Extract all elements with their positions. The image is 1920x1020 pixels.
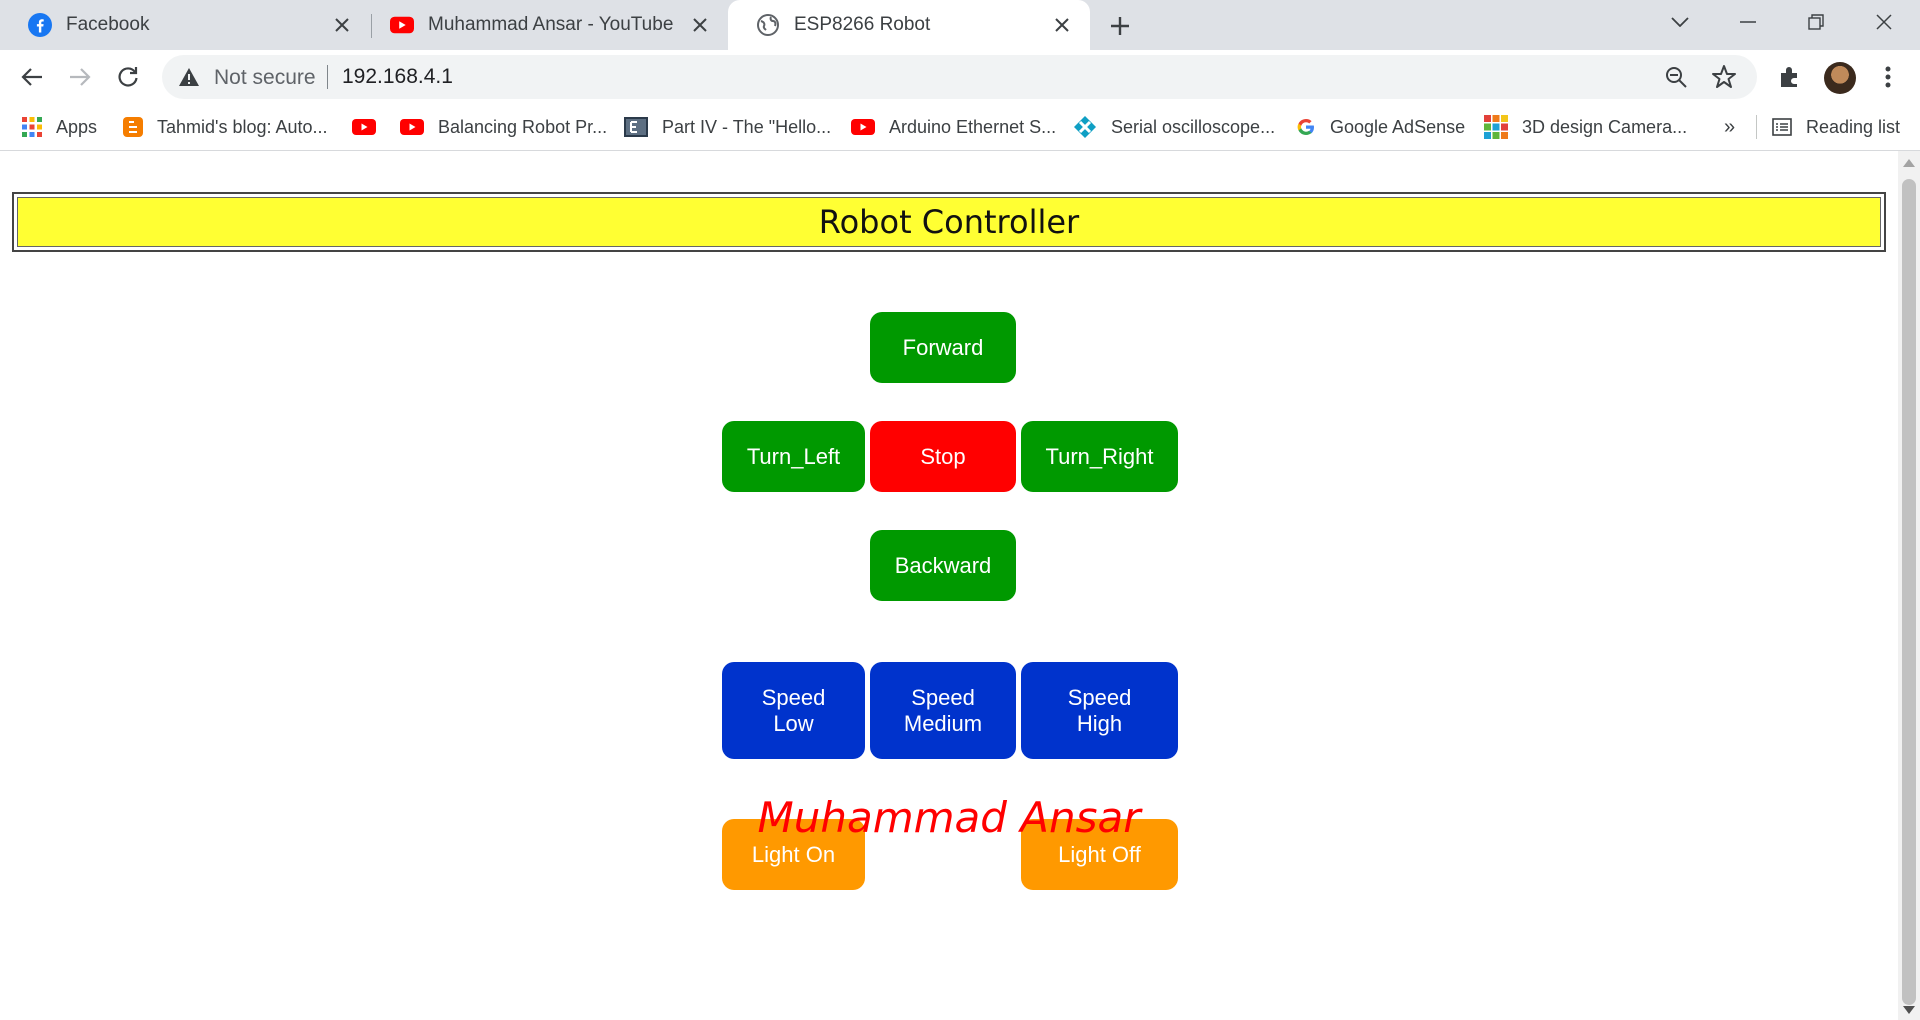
tab-search-chevron-down-icon[interactable]	[1662, 8, 1698, 36]
restore-icon[interactable]	[1798, 8, 1834, 36]
bookmark-label: Serial oscilloscope...	[1111, 116, 1276, 137]
bookmark-part-iv[interactable]: Part IV - The "Hello...	[624, 104, 831, 150]
minimize-icon[interactable]	[1730, 8, 1766, 36]
more-bookmarks-button[interactable]: »	[1724, 104, 1735, 150]
menu-kebab-icon[interactable]	[1874, 63, 1902, 91]
bookmark-google-adsense[interactable]: Google AdSense	[1296, 104, 1465, 150]
youtube-icon	[400, 117, 424, 137]
forward-button[interactable]: Forward	[870, 312, 1016, 383]
page-scrollbar[interactable]	[1898, 151, 1920, 1020]
close-icon[interactable]	[330, 13, 354, 37]
author-signature: Muhammad Ansar	[757, 793, 1141, 842]
profile-avatar[interactable]	[1824, 62, 1856, 94]
reading-list-button[interactable]: Reading list	[1772, 104, 1900, 150]
page-viewport: Robot Controller Forward Turn_Left Stop …	[0, 151, 1898, 1020]
scroll-down-arrow-icon[interactable]	[1903, 1006, 1915, 1014]
stop-button[interactable]: Stop	[870, 421, 1016, 492]
tinkercad-icon	[1484, 115, 1508, 139]
url-text[interactable]: 192.168.4.1	[342, 65, 453, 89]
new-tab-button[interactable]	[1106, 12, 1134, 40]
bookmark-label: Arduino Ethernet S...	[889, 116, 1057, 137]
omnibox-divider	[327, 65, 328, 89]
page-header: Robot Controller	[12, 192, 1886, 252]
tab-title: Facebook	[66, 14, 150, 35]
window-close-icon[interactable]	[1866, 8, 1902, 36]
warning-icon	[179, 68, 199, 86]
zoom-icon[interactable]	[1664, 65, 1688, 89]
bookmarks-bar: Apps Tahmid's blog: Auto... Balancing Ro…	[0, 104, 1920, 151]
bookmark-label: Reading list	[1806, 116, 1901, 137]
apps-grid-icon	[22, 117, 42, 137]
page-header-banner: Robot Controller	[17, 197, 1881, 247]
bookmark-tahmids-blog[interactable]: Tahmid's blog: Auto...	[123, 104, 328, 150]
bookmark-serial-oscilloscope[interactable]: Serial oscilloscope...	[1073, 104, 1275, 150]
speed-medium-button[interactable]: Speed Medium	[870, 662, 1016, 759]
youtube-icon	[352, 117, 376, 137]
page-icon	[624, 117, 648, 137]
bookmark-apps[interactable]: Apps	[22, 104, 97, 150]
bookmarks-divider	[1756, 104, 1757, 150]
double-chevron-icon: »	[1724, 115, 1736, 138]
bookmark-label: Apps	[56, 116, 98, 137]
bookmark-label: Balancing Robot Pr...	[438, 116, 608, 137]
bookmark-label: Tahmid's blog: Auto...	[157, 116, 328, 137]
bookmark-youtube[interactable]	[352, 104, 376, 150]
bookmark-label: 3D design Camera...	[1522, 116, 1688, 137]
tab-youtube[interactable]: Muhammad Ansar - YouTube	[362, 0, 728, 50]
page-title: Robot Controller	[818, 203, 1080, 241]
oscilloscope-icon	[1073, 116, 1097, 138]
backward-button[interactable]: Backward	[870, 530, 1016, 601]
globe-icon	[756, 13, 780, 37]
security-label[interactable]: Not secure	[214, 66, 316, 90]
bookmark-label: Google AdSense	[1330, 116, 1466, 137]
close-icon[interactable]	[1050, 13, 1074, 37]
google-icon	[1296, 117, 1316, 137]
bookmark-3d-design-camera[interactable]: 3D design Camera...	[1484, 104, 1687, 150]
tab-title: ESP8266 Robot	[794, 14, 931, 35]
tab-strip: Facebook Muhammad Ansar - YouTube ESP826…	[0, 0, 1920, 50]
bookmark-balancing-robot[interactable]: Balancing Robot Pr...	[400, 104, 607, 150]
scroll-up-arrow-icon[interactable]	[1903, 159, 1915, 167]
close-icon[interactable]	[688, 13, 712, 37]
youtube-icon	[851, 117, 875, 137]
speed-high-button[interactable]: Speed High	[1021, 662, 1178, 759]
forward-nav-button[interactable]	[64, 61, 96, 93]
youtube-icon	[390, 13, 414, 37]
extensions-puzzle-icon[interactable]	[1776, 63, 1804, 91]
bookmark-label: Part IV - The "Hello...	[662, 116, 832, 137]
tab-title: Muhammad Ansar - YouTube	[428, 14, 674, 35]
turn-left-button[interactable]: Turn_Left	[722, 421, 865, 492]
facebook-icon	[28, 13, 52, 37]
tab-facebook[interactable]: Facebook	[0, 0, 370, 50]
reading-list-icon	[1772, 117, 1792, 137]
reload-button[interactable]	[112, 61, 144, 93]
tab-esp8266-robot[interactable]: ESP8266 Robot	[728, 0, 1090, 50]
browser-toolbar: Not secure 192.168.4.1	[0, 50, 1920, 104]
turn-right-button[interactable]: Turn_Right	[1021, 421, 1178, 492]
blogger-icon	[123, 117, 143, 137]
bookmark-arduino-ethernet[interactable]: Arduino Ethernet S...	[851, 104, 1056, 150]
scrollbar-thumb[interactable]	[1902, 179, 1916, 1005]
bookmark-star-icon[interactable]	[1711, 64, 1737, 90]
back-button[interactable]	[16, 61, 48, 93]
speed-low-button[interactable]: Speed Low	[722, 662, 865, 759]
address-bar[interactable]: Not secure 192.168.4.1	[162, 55, 1757, 99]
